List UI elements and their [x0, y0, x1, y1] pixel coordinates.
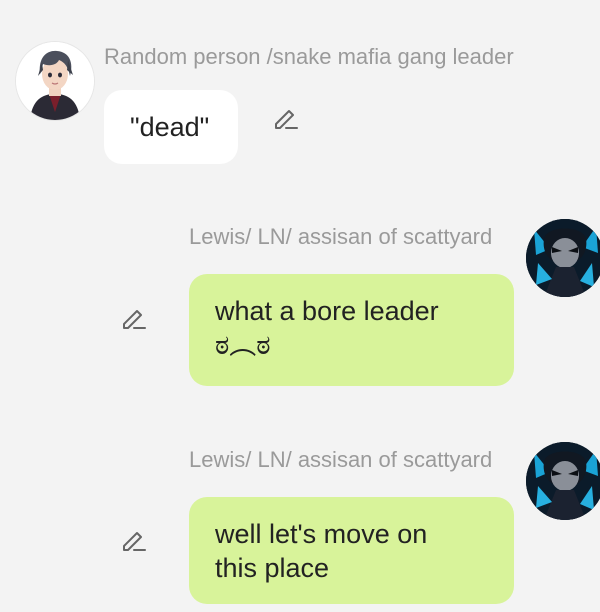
message-text-line: what a bore leader	[215, 296, 439, 326]
sender-name: Random person /snake mafia gang leader	[104, 44, 514, 69]
message-bubble[interactable]: what a bore leader ಠ︵ಠ	[189, 274, 514, 386]
sender-name: Lewis/ LN/ assisan of scattyard	[189, 447, 493, 472]
dark-blue-character-avatar-icon	[526, 442, 600, 520]
edit-message-button[interactable]	[120, 526, 148, 554]
edit-message-button[interactable]	[272, 104, 300, 132]
avatar-lewis[interactable]	[526, 442, 600, 520]
sender-name: Lewis/ LN/ assisan of scattyard	[189, 224, 493, 249]
message-text-line: well let's move on	[215, 519, 428, 549]
message-text: "dead"	[130, 112, 210, 142]
edit-message-button[interactable]	[120, 304, 148, 332]
avatar-lewis[interactable]	[526, 219, 600, 297]
anime-man-avatar-icon	[16, 42, 94, 120]
pencil-icon	[123, 532, 146, 551]
pencil-icon	[275, 110, 298, 129]
message-bubble[interactable]: well let's move on this place	[189, 497, 514, 604]
message-text-line: this place	[215, 553, 330, 583]
message-bubble[interactable]: "dead"	[104, 90, 238, 164]
pencil-icon	[123, 310, 146, 329]
dark-blue-character-avatar-icon	[526, 219, 600, 297]
avatar-random-person[interactable]	[16, 42, 94, 120]
message-text-line: ಠ︵ಠ	[215, 330, 271, 360]
